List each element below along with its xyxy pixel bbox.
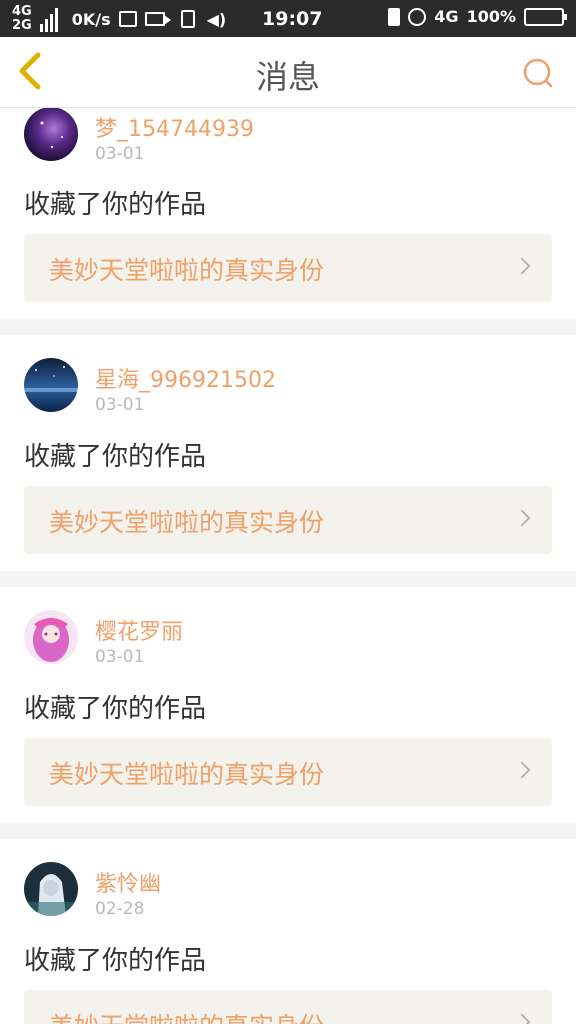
work-link[interactable]: 美妙天堂啦啦的真实身份 [24,990,552,1024]
action-text: 收藏了你的作品 [24,946,207,976]
avatar[interactable] [24,610,78,664]
work-title: 美妙天堂啦啦的真实身份 [49,1007,324,1024]
work-link[interactable]: 美妙天堂啦啦的真实身份 [24,738,552,806]
action-text: 收藏了你的作品 [24,442,207,472]
status-left: 4G 2G 0K/s ◀) [12,4,226,34]
action-text: 收藏了你的作品 [24,694,207,724]
work-title: 美妙天堂啦啦的真实身份 [49,508,325,537]
work-title: 美妙天堂啦啦的真实身份 [49,760,325,789]
username[interactable]: 星海_996921502 [95,362,276,394]
message-date: 03-01 [95,395,145,415]
avatar[interactable] [24,862,78,916]
message-date: 02-28 [95,899,145,919]
message-date: 03-01 [95,144,145,164]
status-time: 19:07 [262,8,323,30]
network-right-label: 4G [434,7,459,26]
work-link[interactable]: 美妙天堂啦啦的真实身份 [24,234,552,302]
nav-bar: 消息 [0,37,576,108]
vibrate-icon: ◀) [206,9,227,29]
avatar[interactable] [24,108,78,161]
charging-icon [388,7,401,26]
status-bar: 4G 2G 0K/s ◀) 19:07 4G 100% [0,0,576,37]
username[interactable]: 梦_154744939 [95,111,254,143]
status-right: 4G 100% [388,7,567,26]
battery-icon [524,7,567,26]
action-text: 收藏了你的作品 [24,190,207,220]
video-icon [144,12,171,26]
signal-icon [39,6,58,32]
work-title: 美妙天堂啦啦的真实身份 [49,256,325,285]
avatar[interactable] [24,358,78,412]
chevron-right-icon [513,761,531,779]
network-top-label: 4G [12,4,32,19]
message-card: 紫怜幽 02-28 收藏了你的作品 美妙天堂啦啦的真实身份 [0,839,576,1024]
message-card: 樱花罗丽 03-01 收藏了你的作品 美妙天堂啦啦的真实身份 [0,587,576,823]
chevron-right-icon [513,509,531,527]
chevron-right-icon [513,1013,531,1024]
username[interactable]: 樱花罗丽 [95,614,183,646]
page-title: 消息 [255,58,320,96]
message-card: 梦_154744939 03-01 收藏了你的作品 美妙天堂啦啦的真实身份 [0,108,576,319]
network-speed: 0K/s [71,9,111,29]
network-bottom-label: 2G [12,18,32,33]
alarm-icon [408,7,427,26]
search-icon [523,58,553,88]
chevron-right-icon [513,257,531,275]
battery-percent: 100% [466,7,516,26]
search-button[interactable] [522,57,554,89]
message-list: 梦_154744939 03-01 收藏了你的作品 美妙天堂啦啦的真实身份 星海… [0,108,576,1024]
message-card: 星海_996921502 03-01 收藏了你的作品 美妙天堂啦啦的真实身份 [0,335,576,571]
username[interactable]: 紫怜幽 [95,866,161,898]
network-type: 4G 2G [12,5,32,33]
work-link[interactable]: 美妙天堂啦啦的真实身份 [24,486,552,554]
message-date: 03-01 [95,647,145,667]
clipboard-icon [180,10,195,28]
screenshot-icon [118,11,137,27]
